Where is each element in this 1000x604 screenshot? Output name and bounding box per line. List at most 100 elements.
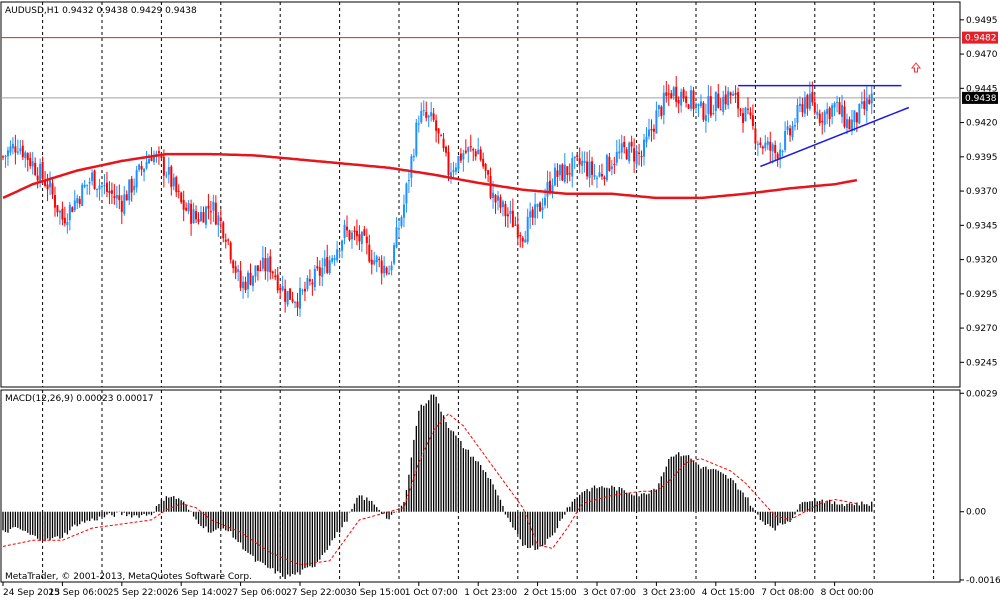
candle-bear: [276, 274, 279, 291]
candle-bear: [521, 237, 524, 242]
candle-bull: [781, 151, 784, 153]
candle-bull: [49, 180, 52, 188]
candle-bear: [828, 107, 831, 120]
price-tick-label: 0.9420: [966, 119, 998, 129]
candle-bull: [58, 210, 61, 213]
candle-bear: [677, 100, 680, 104]
symbol-info: AUDUSD,H1 0.9432 0.9438 0.9429 0.9438: [5, 6, 197, 16]
candle-bear: [459, 153, 462, 161]
candle-bull: [360, 231, 363, 245]
candle-bear: [863, 101, 866, 109]
candle-bear: [316, 266, 319, 269]
candle-bear: [425, 111, 428, 118]
candle-bull: [138, 164, 141, 170]
time-tick-label: 1 Oct 23:00: [464, 588, 517, 598]
candle-bear: [385, 267, 388, 274]
candle-bull: [407, 180, 410, 182]
price-tick-label: 0.9270: [966, 324, 998, 334]
candle-bear: [751, 115, 754, 126]
macd-axis: 0.0029 0.00 -0.00167: [960, 389, 1000, 586]
candle-bear: [566, 166, 569, 176]
candle-bull: [680, 91, 683, 106]
candle-bull: [699, 101, 702, 107]
candle-bear: [692, 90, 695, 109]
candle-bull: [86, 184, 89, 186]
candle-bull: [192, 209, 195, 224]
candle-bear: [759, 142, 762, 145]
time-tick-label: 27 Sep 22:00: [286, 588, 346, 598]
candle-bull: [858, 103, 861, 124]
candle-bear: [729, 92, 732, 96]
price-tick-label: 0.9345: [966, 221, 998, 231]
candle-bear: [821, 120, 824, 123]
candle-bear: [724, 94, 727, 105]
candle-bull: [281, 286, 284, 291]
candle-bear: [437, 128, 440, 134]
candle-bull: [618, 151, 621, 154]
candle-bear: [2, 156, 4, 158]
candle-bear: [177, 190, 180, 192]
candle-bear: [195, 211, 198, 220]
candle-bull: [19, 148, 22, 152]
price-tick-label: 0.9370: [966, 187, 998, 197]
price-tick-label: 0.9495: [966, 16, 998, 26]
chart-canvas[interactable]: 0.94950.94700.94450.94200.93950.93700.93…: [0, 0, 1000, 600]
candle-bull: [628, 142, 631, 162]
candle-bear: [380, 260, 383, 274]
candle-bull: [398, 228, 400, 230]
candle-bear: [140, 165, 143, 170]
level-label: 0.9482: [965, 34, 997, 44]
candle-bull: [457, 156, 460, 170]
candle-bull: [306, 278, 309, 290]
candle-bear: [29, 157, 32, 166]
candle-bull: [732, 93, 735, 96]
candle-bear: [504, 204, 507, 217]
candle-bear: [197, 219, 200, 222]
candle-bull: [833, 103, 836, 108]
candle-bear: [190, 203, 193, 224]
candle-bull: [88, 181, 91, 184]
time-tick-label: 7 Oct 08:00: [761, 588, 814, 598]
candle-bear: [586, 161, 589, 177]
candle-bear: [175, 177, 178, 193]
candle-bear: [224, 239, 227, 242]
price-panel: [0, 1, 961, 388]
candle-bull: [534, 204, 537, 219]
candle-bull: [328, 260, 331, 274]
candle-bull: [24, 152, 27, 159]
candle-bear: [36, 175, 39, 181]
candle-bear: [162, 156, 165, 176]
candle-bear: [843, 106, 846, 127]
candle-bull: [581, 160, 584, 166]
candle-bull: [6, 150, 9, 157]
candle-bear: [264, 258, 267, 272]
candle-bear: [440, 135, 443, 137]
candle-bear: [818, 113, 821, 124]
candle-bull: [331, 258, 334, 262]
candle-bear: [568, 173, 571, 175]
candle-bull: [321, 267, 324, 277]
time-tick-label: 4 Oct 15:00: [702, 588, 755, 598]
candle-bear: [182, 200, 185, 210]
candle-bear: [806, 95, 809, 109]
candle-bull: [784, 131, 787, 150]
candle-bear: [120, 200, 123, 212]
candle-bear: [494, 195, 497, 203]
candle-bull: [536, 203, 539, 207]
candle-bear: [93, 170, 96, 189]
candle-bear: [318, 267, 321, 276]
candle-bull: [756, 143, 759, 145]
candle-bull: [826, 109, 829, 115]
candle-bear: [348, 230, 351, 240]
candle-bear: [576, 155, 579, 157]
candle-bull: [338, 250, 341, 252]
candle-bear: [682, 89, 685, 99]
time-tick-label: 30 Sep 15:00: [345, 588, 405, 598]
candle-bear: [709, 96, 712, 116]
chart-window: 0.9495 0.9470 0.9445 0.9420 0.9395 0.9370 0.93…: [0, 0, 1000, 600]
macd-tick-label: 0.00: [966, 508, 986, 518]
price-tick-label: 0.9245: [966, 358, 998, 368]
candle-bear: [531, 209, 534, 218]
candle-bull: [81, 184, 84, 207]
candle-bear: [801, 104, 804, 113]
